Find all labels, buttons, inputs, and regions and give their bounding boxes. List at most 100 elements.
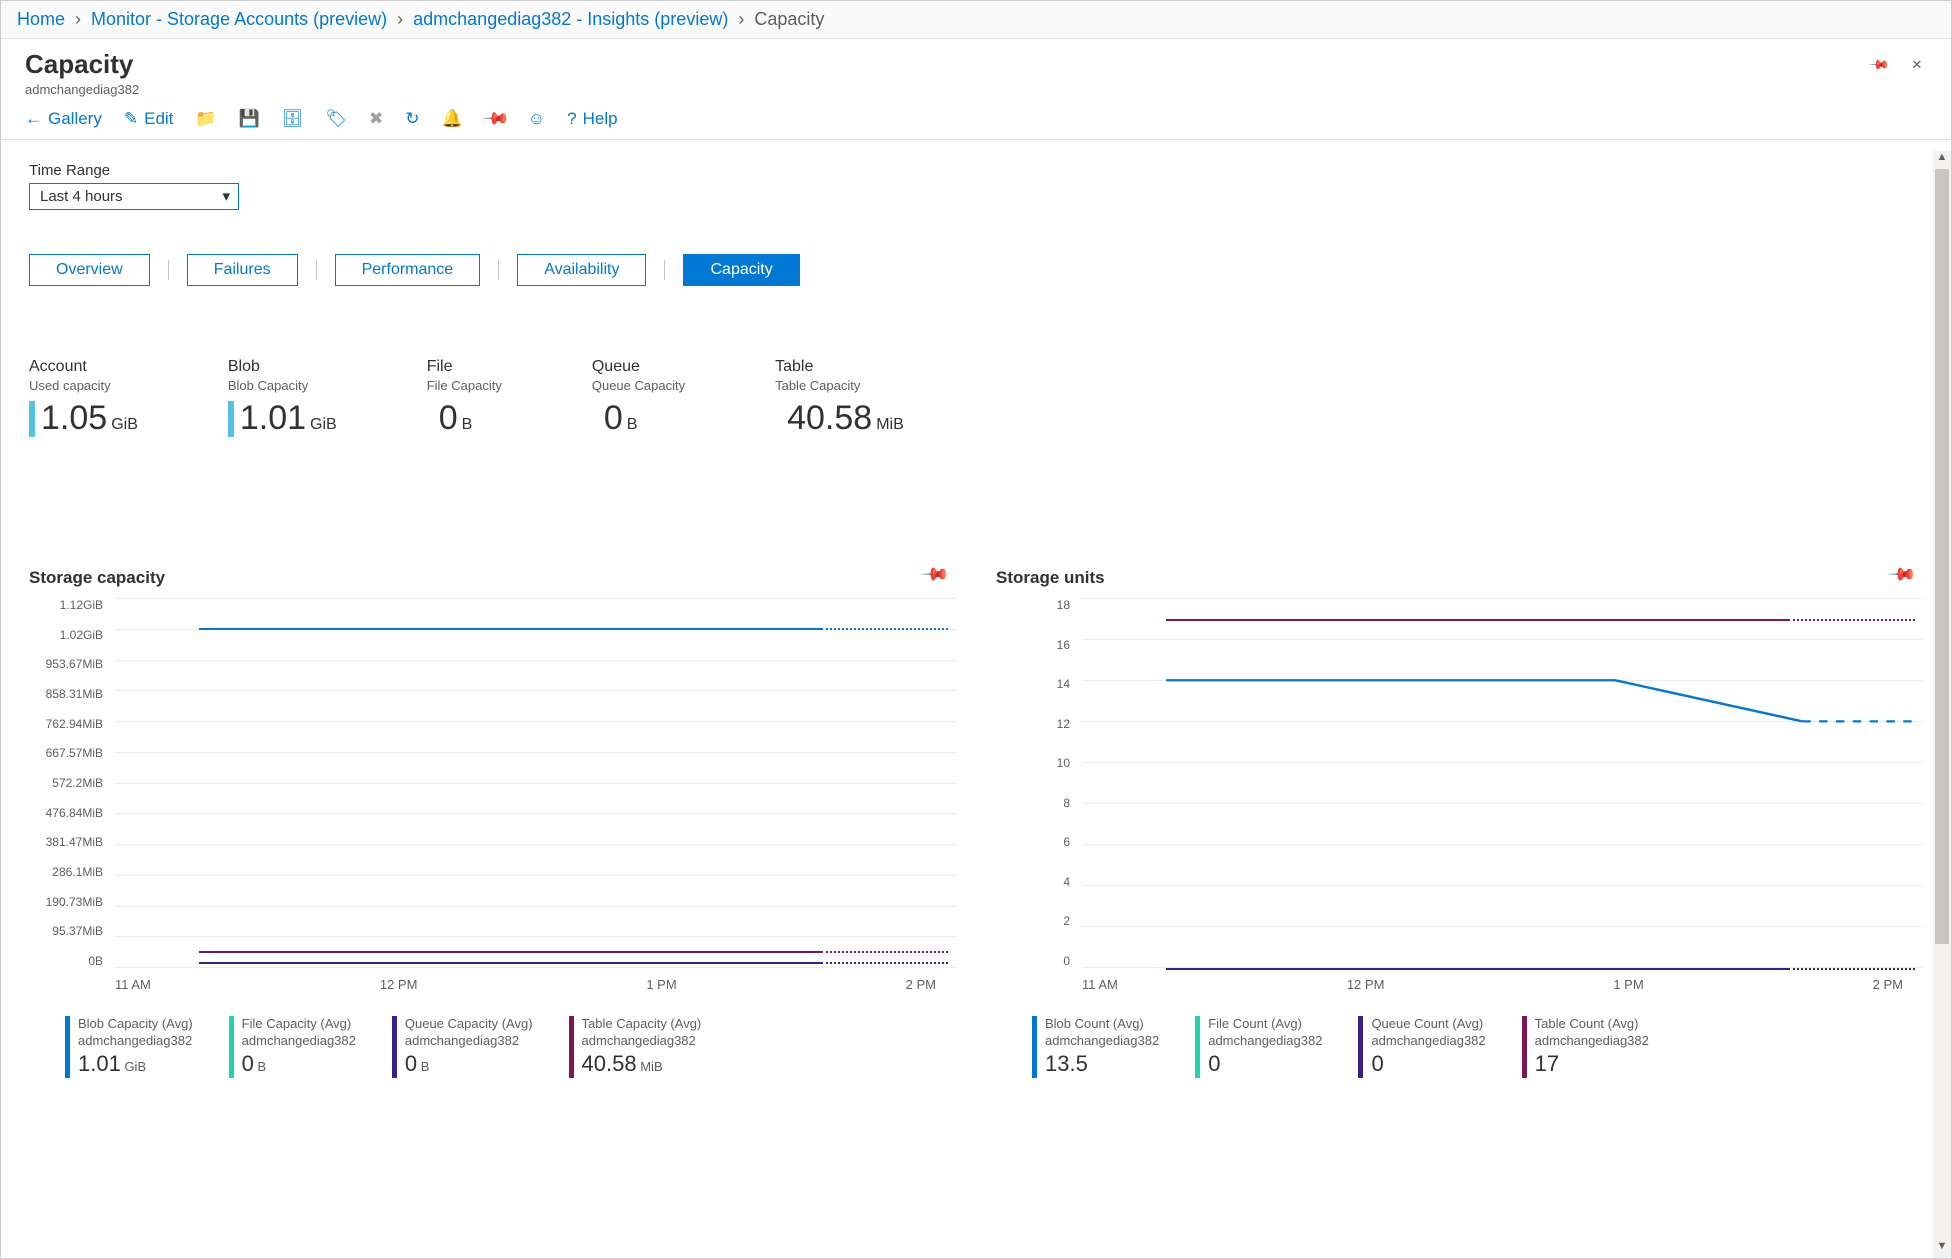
alert-button[interactable]: 🔔 xyxy=(441,109,462,129)
chart-x-axis: 11 AM12 PM1 PM2 PM xyxy=(115,977,956,992)
chart-plot xyxy=(1082,598,1923,968)
breadcrumb-monitor[interactable]: Monitor - Storage Accounts (preview) xyxy=(91,9,387,30)
arrow-left-icon: ← xyxy=(25,109,42,129)
chart-line xyxy=(1082,968,1923,970)
legend-series-name: Queue Capacity (Avg) xyxy=(405,1016,533,1033)
legend-item[interactable]: Blob Capacity (Avg) admchangediag382 1.0… xyxy=(65,1016,193,1078)
x-icon: ✖ xyxy=(369,109,383,129)
legend-item[interactable]: File Count (Avg) admchangediag382 0 xyxy=(1195,1016,1322,1078)
legend-color-bar xyxy=(229,1016,234,1078)
chevron-right-icon: › xyxy=(75,9,81,30)
tab-separator xyxy=(168,260,169,280)
tab-availability[interactable]: Availability xyxy=(517,254,646,286)
legend-color-bar xyxy=(1195,1016,1200,1078)
edit-label: Edit xyxy=(144,109,173,129)
save-button[interactable]: 💾 xyxy=(239,109,260,129)
legend-color-bar xyxy=(1032,1016,1037,1078)
metric-bar xyxy=(228,401,234,437)
metric-unit: GiB xyxy=(111,416,138,438)
metric-unit: B xyxy=(462,416,473,438)
chart-line xyxy=(115,628,956,630)
tab-performance[interactable]: Performance xyxy=(335,254,481,286)
bell-icon: 🔔 xyxy=(441,109,462,129)
save-copy-icon: 🗄 xyxy=(282,109,304,129)
help-label: Help xyxy=(583,109,618,129)
feedback-button[interactable]: ☺ xyxy=(528,109,545,129)
metric-account: Account Used capacity 1.05 GiB xyxy=(29,358,138,438)
chart-line xyxy=(115,951,956,953)
legend-series-account: admchangediag382 xyxy=(1535,1033,1649,1050)
close-icon[interactable]: ✕ xyxy=(1907,55,1927,75)
chart-storage-capacity: Storage capacity 📌 1.12GiB1.02GiB953.67M… xyxy=(29,568,956,1078)
metric-value: 0 xyxy=(439,399,458,438)
time-range-label: Time Range xyxy=(29,162,1923,179)
help-button[interactable]: ? Help xyxy=(567,109,617,129)
legend-item[interactable]: Table Capacity (Avg) admchangediag382 40… xyxy=(569,1016,702,1078)
refresh-button[interactable]: ↻ xyxy=(405,109,419,129)
metric-table: Table Table Capacity 40.58 MiB xyxy=(775,358,904,438)
chart-title: Storage units xyxy=(996,568,1923,588)
legend-series-account: admchangediag382 xyxy=(78,1033,193,1050)
chart-x-axis: 11 AM12 PM1 PM2 PM xyxy=(1082,977,1923,992)
discard-button[interactable]: ✖ xyxy=(369,109,383,129)
legend-item[interactable]: File Capacity (Avg) admchangediag382 0 B xyxy=(229,1016,356,1078)
chevron-right-icon: › xyxy=(397,9,403,30)
legend-item[interactable]: Queue Count (Avg) admchangediag382 0 xyxy=(1358,1016,1485,1078)
legend-value: 0 xyxy=(242,1051,254,1076)
chart-legend: Blob Count (Avg) admchangediag382 13.5 F… xyxy=(996,1016,1923,1078)
scroll-up-icon[interactable]: ▲ xyxy=(1933,151,1951,169)
legend-series-name: Blob Count (Avg) xyxy=(1045,1016,1159,1033)
breadcrumb: Home › Monitor - Storage Accounts (previ… xyxy=(1,1,1951,39)
time-range-value: Last 4 hours xyxy=(40,188,123,205)
pencil-icon: ✎ xyxy=(124,109,138,129)
legend-series-account: admchangediag382 xyxy=(1371,1033,1485,1050)
tab-capacity[interactable]: Capacity xyxy=(683,254,799,286)
legend-item[interactable]: Queue Capacity (Avg) admchangediag382 0 … xyxy=(392,1016,533,1078)
metric-label: Table xyxy=(775,358,904,376)
legend-series-name: File Count (Avg) xyxy=(1208,1016,1322,1033)
tab-failures[interactable]: Failures xyxy=(187,254,298,286)
legend-color-bar xyxy=(569,1016,574,1078)
legend-unit: GiB xyxy=(121,1059,146,1074)
gallery-button[interactable]: ← Gallery xyxy=(25,109,102,129)
gallery-label: Gallery xyxy=(48,109,102,129)
tab-overview[interactable]: Overview xyxy=(29,254,150,286)
pin-icon[interactable]: 📌 xyxy=(1865,51,1893,79)
metric-blob: Blob Blob Capacity 1.01 GiB xyxy=(228,358,337,438)
breadcrumb-insights[interactable]: admchangediag382 - Insights (preview) xyxy=(413,9,728,30)
legend-series-account: admchangediag382 xyxy=(582,1033,702,1050)
metric-value: 1.01 xyxy=(240,399,306,438)
metric-file: File File Capacity 0 B xyxy=(427,358,502,438)
time-range-dropdown[interactable]: Last 4 hours xyxy=(29,183,239,210)
chart-storage-units: Storage units 📌 181614121086420 11 AM12 … xyxy=(996,568,1923,1078)
legend-series-account: admchangediag382 xyxy=(405,1033,533,1050)
tab-separator xyxy=(498,260,499,280)
save-as-button[interactable]: 🗄 xyxy=(282,109,304,129)
legend-unit: B xyxy=(254,1059,266,1074)
legend-series-name: Table Count (Avg) xyxy=(1535,1016,1649,1033)
legend-item[interactable]: Blob Count (Avg) admchangediag382 13.5 xyxy=(1032,1016,1159,1078)
scrollbar-thumb[interactable] xyxy=(1935,169,1949,944)
legend-color-bar xyxy=(392,1016,397,1078)
tag-icon: 🏷 xyxy=(325,109,347,129)
metric-sublabel: File Capacity xyxy=(427,378,502,393)
tag-button[interactable]: 🏷 xyxy=(325,109,347,129)
smiley-icon: ☺ xyxy=(528,109,545,129)
pin-button[interactable]: 📌 xyxy=(485,109,506,129)
breadcrumb-home[interactable]: Home xyxy=(17,9,65,30)
metric-unit: GiB xyxy=(310,416,337,438)
legend-unit: MiB xyxy=(637,1059,663,1074)
open-button[interactable]: 📁 xyxy=(195,109,216,129)
metric-sublabel: Blob Capacity xyxy=(228,378,337,393)
metric-value: 1.05 xyxy=(41,399,107,438)
scroll-down-icon[interactable]: ▼ xyxy=(1933,1240,1951,1258)
legend-color-bar xyxy=(1522,1016,1527,1078)
metric-value: 40.58 xyxy=(787,399,872,438)
chevron-right-icon: › xyxy=(738,9,744,30)
legend-series-name: Table Capacity (Avg) xyxy=(582,1016,702,1033)
scrollbar[interactable]: ▲ ▼ xyxy=(1933,151,1951,1258)
legend-item[interactable]: Table Count (Avg) admchangediag382 17 xyxy=(1522,1016,1649,1078)
chart-legend: Blob Capacity (Avg) admchangediag382 1.0… xyxy=(29,1016,956,1078)
edit-button[interactable]: ✎ Edit xyxy=(124,109,174,129)
legend-value: 0 xyxy=(1208,1051,1220,1076)
